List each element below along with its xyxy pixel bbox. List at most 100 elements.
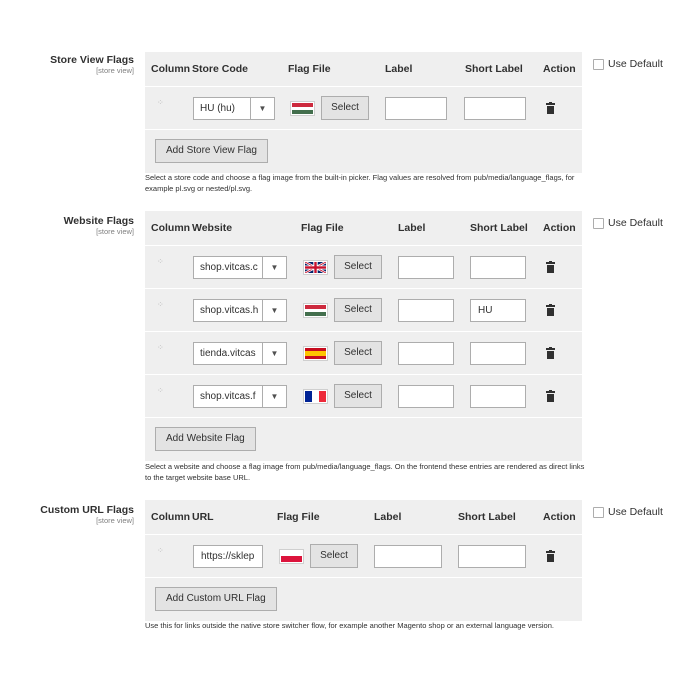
select-flag-button[interactable]: Select — [334, 384, 382, 408]
trash-icon[interactable] — [546, 261, 555, 273]
trash-icon[interactable] — [546, 102, 555, 114]
drag-handle-icon[interactable]: ⁘ — [157, 258, 165, 272]
section-label: Website Flags [store view] — [0, 215, 134, 237]
label-input[interactable] — [398, 385, 454, 408]
column-header: Column — [151, 511, 191, 523]
section-scope: [store view] — [96, 66, 134, 75]
column-header: Column — [151, 63, 191, 75]
label-input[interactable] — [398, 299, 454, 322]
drag-handle-icon[interactable]: ⁘ — [157, 547, 165, 561]
add-custom-url-flag-button[interactable]: Add Custom URL Flag — [155, 587, 277, 611]
chevron-down-icon[interactable]: ▼ — [262, 343, 286, 364]
url-header: URL — [192, 511, 214, 523]
trash-icon[interactable] — [546, 304, 555, 316]
drag-handle-icon[interactable]: ⁘ — [157, 344, 165, 358]
trash-icon[interactable] — [546, 390, 555, 402]
store-code-select[interactable]: HU (hu) ▼ — [193, 97, 275, 120]
website-select[interactable]: shop.vitcas.c ▼ — [193, 256, 287, 279]
store-code-header: Store Code — [192, 63, 249, 75]
section-scope: [store view] — [96, 227, 134, 236]
hungary-flag-icon — [290, 101, 315, 116]
section-note: Select a website and choose a flag image… — [145, 462, 585, 482]
grid-header: Column Website Flag File Label Short Lab… — [145, 211, 582, 245]
short-label-input[interactable] — [458, 545, 526, 568]
label-header: Label — [374, 511, 402, 523]
use-default-label: Use Default — [608, 217, 663, 229]
table-row: ⁘ shop.vitcas.c ▼ Select — [145, 245, 582, 288]
trash-icon[interactable] — [546, 550, 555, 562]
action-header: Action — [543, 222, 576, 234]
section-note: Select a store code and choose a flag im… — [145, 173, 575, 193]
spain-flag-icon — [303, 346, 328, 361]
column-header: Column — [151, 222, 191, 234]
custom-url-flags-grid: Column URL Flag File Label Short Label A… — [145, 500, 582, 621]
grid-footer: Add Store View Flag — [145, 129, 582, 173]
label-header: Label — [385, 63, 413, 75]
website-header: Website — [192, 222, 233, 234]
select-flag-button[interactable]: Select — [321, 96, 369, 120]
table-row: ⁘ HU (hu) ▼ Select — [145, 86, 582, 129]
short-label-header: Short Label — [458, 511, 516, 523]
united-kingdom-flag-icon — [303, 260, 328, 275]
drag-handle-icon[interactable]: ⁘ — [157, 301, 165, 315]
select-value: shop.vitcas.c — [200, 262, 258, 273]
checkbox[interactable] — [593, 59, 604, 70]
label-header: Label — [398, 222, 426, 234]
table-row: ⁘ shop.vitcas.h ▼ Select HU — [145, 288, 582, 331]
select-flag-button[interactable]: Select — [334, 341, 382, 365]
label-input[interactable] — [398, 342, 454, 365]
store-view-flags-grid: Column Store Code Flag File Label Short … — [145, 52, 582, 173]
select-value: shop.vitcas.f — [200, 391, 256, 402]
add-store-view-flag-button[interactable]: Add Store View Flag — [155, 139, 268, 163]
france-flag-icon — [303, 389, 328, 404]
short-label-input[interactable] — [464, 97, 526, 120]
select-flag-button[interactable]: Select — [310, 544, 358, 568]
action-header: Action — [543, 63, 576, 75]
action-header: Action — [543, 511, 576, 523]
drag-handle-icon[interactable]: ⁘ — [157, 387, 165, 401]
use-default-label: Use Default — [608, 58, 663, 70]
grid-header: Column Store Code Flag File Label Short … — [145, 52, 582, 86]
website-flags-grid: Column Website Flag File Label Short Lab… — [145, 211, 582, 461]
grid-footer: Add Custom URL Flag — [145, 577, 582, 621]
section-label: Custom URL Flags [store view] — [0, 504, 134, 526]
label-input[interactable] — [374, 545, 442, 568]
poland-flag-icon — [279, 549, 304, 564]
grid-header: Column URL Flag File Label Short Label A… — [145, 500, 582, 534]
label-input[interactable] — [398, 256, 454, 279]
short-label-input[interactable] — [470, 256, 526, 279]
add-website-flag-button[interactable]: Add Website Flag — [155, 427, 256, 451]
chevron-down-icon[interactable]: ▼ — [250, 98, 274, 119]
flag-file-header: Flag File — [288, 63, 331, 75]
short-label-header: Short Label — [465, 63, 523, 75]
table-row: ⁘ shop.vitcas.f ▼ Select — [145, 374, 582, 417]
use-default-label: Use Default — [608, 506, 663, 518]
section-title: Custom URL Flags — [40, 504, 134, 516]
flag-file-header: Flag File — [301, 222, 344, 234]
website-select[interactable]: shop.vitcas.h ▼ — [193, 299, 287, 322]
chevron-down-icon[interactable]: ▼ — [262, 300, 286, 321]
website-select[interactable]: tienda.vitcas ▼ — [193, 342, 287, 365]
website-select[interactable]: shop.vitcas.f ▼ — [193, 385, 287, 408]
short-label-input[interactable] — [470, 385, 526, 408]
section-note: Use this for links outside the native st… — [145, 621, 554, 630]
short-label-header: Short Label — [470, 222, 528, 234]
grid-footer: Add Website Flag — [145, 417, 582, 461]
label-input[interactable] — [385, 97, 447, 120]
checkbox[interactable] — [593, 218, 604, 229]
chevron-down-icon[interactable]: ▼ — [262, 386, 286, 407]
drag-handle-icon[interactable]: ⁘ — [157, 99, 165, 113]
select-value: tienda.vitcas — [200, 348, 256, 359]
url-input[interactable]: https://sklep — [193, 545, 263, 568]
select-flag-button[interactable]: Select — [334, 255, 382, 279]
section-scope: [store view] — [96, 516, 134, 525]
table-row: ⁘ tienda.vitcas ▼ Select — [145, 331, 582, 374]
short-label-input[interactable] — [470, 342, 526, 365]
checkbox[interactable] — [593, 507, 604, 518]
trash-icon[interactable] — [546, 347, 555, 359]
select-flag-button[interactable]: Select — [334, 298, 382, 322]
short-label-input[interactable]: HU — [470, 299, 526, 322]
chevron-down-icon[interactable]: ▼ — [262, 257, 286, 278]
section-title: Store View Flags — [50, 54, 134, 66]
flag-file-header: Flag File — [277, 511, 320, 523]
